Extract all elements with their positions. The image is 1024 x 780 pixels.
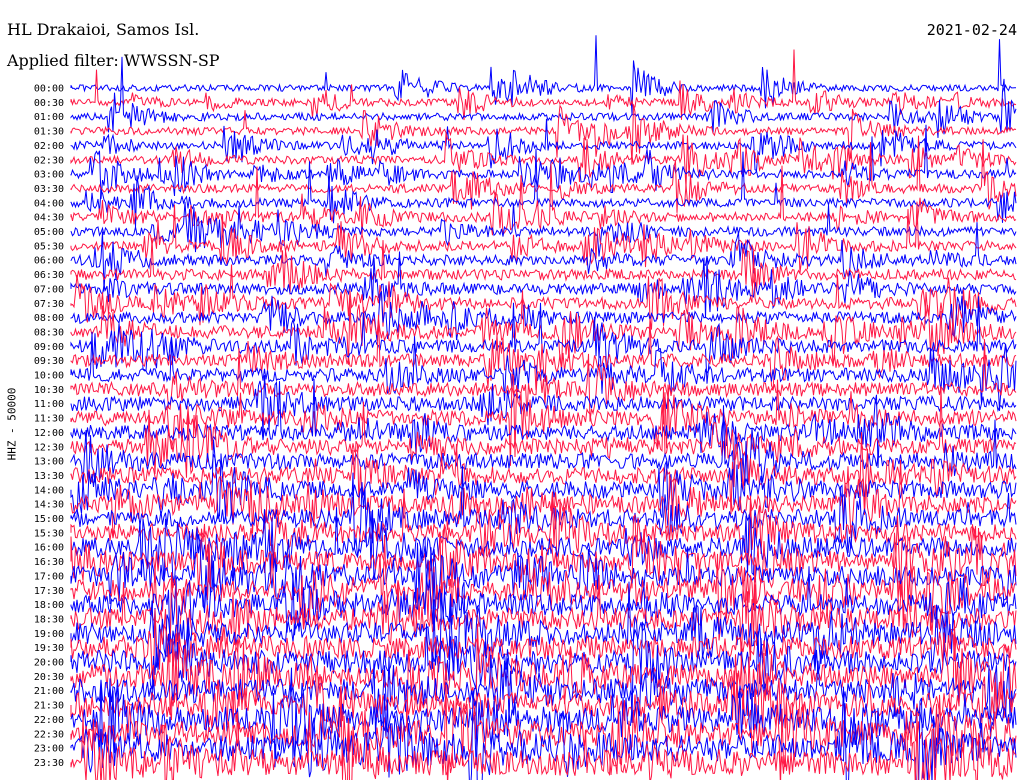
row-label: 05:30 bbox=[34, 241, 64, 252]
row-label: 05:00 bbox=[34, 227, 64, 238]
row-label: 22:00 bbox=[34, 715, 64, 726]
row-label: 23:30 bbox=[34, 758, 64, 769]
row-label: 01:30 bbox=[34, 127, 64, 138]
trace-row-0100 bbox=[70, 56, 1017, 138]
row-label: 01:00 bbox=[34, 112, 64, 123]
trace-row-0000 bbox=[70, 35, 1016, 115]
row-label: 15:30 bbox=[34, 528, 64, 539]
row-label-group: 00:00 00:30 01:00 01:30 02:00 02:30 03:00 03:30… bbox=[34, 84, 64, 769]
trace-row-0030 bbox=[70, 49, 1017, 121]
row-label: 20:00 bbox=[34, 658, 64, 669]
row-label: 00:00 bbox=[34, 84, 64, 95]
row-label: 17:00 bbox=[34, 571, 64, 582]
row-label: 04:30 bbox=[34, 213, 64, 224]
row-label: 19:00 bbox=[34, 629, 64, 640]
row-label: 22:30 bbox=[34, 729, 64, 740]
row-label: 11:30 bbox=[34, 414, 64, 425]
row-label: 10:00 bbox=[34, 371, 64, 382]
row-label: 00:30 bbox=[34, 98, 64, 109]
row-label: 04:00 bbox=[34, 198, 64, 209]
row-label: 17:30 bbox=[34, 586, 64, 597]
row-label: 18:30 bbox=[34, 614, 64, 625]
row-label: 08:00 bbox=[34, 313, 64, 324]
row-label: 16:30 bbox=[34, 557, 64, 568]
row-label: 07:30 bbox=[34, 299, 64, 310]
row-label: 16:00 bbox=[34, 543, 64, 554]
row-label: 19:30 bbox=[34, 643, 64, 654]
row-label: 18:00 bbox=[34, 600, 64, 611]
row-label: 23:00 bbox=[34, 744, 64, 755]
row-label: 06:30 bbox=[34, 270, 64, 281]
trace-row-0600 bbox=[70, 222, 1017, 292]
row-label: 09:30 bbox=[34, 356, 64, 367]
row-label: 07:00 bbox=[34, 284, 64, 295]
row-label: 13:30 bbox=[34, 471, 64, 482]
helicorder-plot: 00:00 00:30 01:00 01:30 02:00 02:30 03:00 03:30… bbox=[34, 35, 1017, 780]
row-label: 20:30 bbox=[34, 672, 64, 683]
row-label: 02:00 bbox=[34, 141, 64, 152]
row-label: 10:30 bbox=[34, 385, 64, 396]
row-label: 21:30 bbox=[34, 701, 64, 712]
row-label: 09:00 bbox=[34, 342, 64, 353]
row-label: 02:30 bbox=[34, 155, 64, 166]
row-label: 03:00 bbox=[34, 170, 64, 181]
row-label: 11:00 bbox=[34, 399, 64, 410]
row-label: 14:00 bbox=[34, 485, 64, 496]
row-label: 03:30 bbox=[34, 184, 64, 195]
row-label: 08:30 bbox=[34, 327, 64, 338]
row-label: 06:00 bbox=[34, 256, 64, 267]
row-label: 21:00 bbox=[34, 686, 64, 697]
trace-row-0230 bbox=[70, 132, 1017, 189]
trace-group bbox=[70, 35, 1017, 780]
row-label: 13:00 bbox=[34, 457, 64, 468]
row-label: 12:00 bbox=[34, 428, 64, 439]
row-label: 14:30 bbox=[34, 500, 64, 511]
row-label: 12:30 bbox=[34, 442, 64, 453]
row-label: 15:00 bbox=[34, 514, 64, 525]
